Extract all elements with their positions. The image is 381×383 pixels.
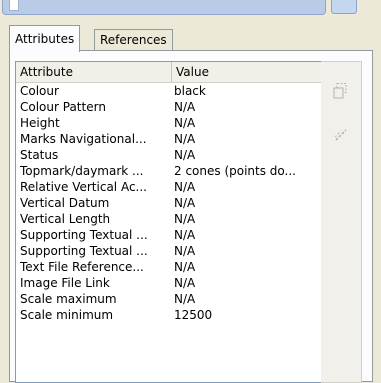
attribute-name: Vertical Length	[20, 212, 111, 226]
column-header-attribute[interactable]: Attribute	[16, 62, 172, 82]
table-row[interactable]: Image File Link N/A	[16, 275, 322, 291]
table-row[interactable]: Scale minimum 12500	[16, 307, 322, 323]
attribute-name: Scale minimum	[20, 308, 114, 322]
column-header-value[interactable]: Value	[172, 62, 322, 82]
table-row[interactable]: Relative Vertical Ac... N/A	[16, 179, 322, 195]
edit-button[interactable]	[328, 122, 354, 148]
attribute-value: N/A	[174, 292, 196, 306]
side-toolbar	[321, 61, 362, 383]
attribute-value: N/A	[174, 100, 196, 114]
attribute-value: black	[174, 84, 206, 98]
attribute-name: Image File Link	[20, 276, 110, 290]
copy-button[interactable]	[328, 78, 354, 104]
attribute-value: 12500	[174, 308, 213, 322]
attribute-name: Height	[20, 116, 60, 130]
list-rows: Colour black Colour Pattern N/A Height N/A Mar…	[16, 83, 322, 323]
table-row[interactable]: Colour Pattern N/A	[16, 99, 322, 115]
copy-icon	[333, 83, 347, 99]
attribute-value: 2 cones (points do...	[174, 164, 296, 178]
top-button[interactable]	[331, 0, 357, 14]
attribute-value: N/A	[174, 196, 196, 210]
attribute-name: Vertical Datum	[20, 196, 110, 210]
tab-attributes[interactable]: Attributes	[9, 25, 81, 52]
attribute-value: N/A	[174, 276, 196, 290]
edit-icon	[334, 129, 347, 141]
attribute-name: Colour	[20, 84, 59, 98]
attribute-value: N/A	[174, 132, 196, 146]
table-row[interactable]: Supporting Textual ... N/A	[16, 227, 322, 243]
attribute-value: N/A	[174, 212, 196, 226]
attribute-name: Supporting Textual ...	[20, 244, 148, 258]
table-row[interactable]: Scale maximum N/A	[16, 291, 322, 307]
table-row[interactable]: Topmark/daymark ... 2 cones (points do...	[16, 163, 322, 179]
table-row[interactable]: Status N/A	[16, 147, 322, 163]
attribute-name: Relative Vertical Ac...	[20, 180, 147, 194]
table-row[interactable]: Marks Navigational... N/A	[16, 131, 322, 147]
attribute-value: N/A	[174, 148, 196, 162]
attribute-name: Marks Navigational...	[20, 132, 147, 146]
attribute-name: Scale maximum	[20, 292, 117, 306]
attributes-list[interactable]: Attribute Value Colour black Colour Patter…	[15, 61, 323, 383]
table-row[interactable]: Vertical Length N/A	[16, 211, 322, 227]
top-input-field[interactable]	[2, 0, 326, 15]
tab-references[interactable]: References	[94, 29, 173, 51]
attribute-name: Topmark/daymark ...	[20, 164, 144, 178]
attribute-value: N/A	[174, 180, 196, 194]
top-field-handle	[9, 0, 19, 11]
attribute-value: N/A	[174, 228, 196, 242]
table-row[interactable]: Supporting Textual ... N/A	[16, 243, 322, 259]
attribute-name: Text File Reference...	[20, 260, 144, 274]
attribute-name: Supporting Textual ...	[20, 228, 148, 242]
table-row[interactable]: Height N/A	[16, 115, 322, 131]
attribute-name: Status	[20, 148, 59, 162]
attribute-name: Colour Pattern	[20, 100, 106, 114]
attribute-value: N/A	[174, 244, 196, 258]
attribute-value: N/A	[174, 116, 196, 130]
table-row[interactable]: Text File Reference... N/A	[16, 259, 322, 275]
attribute-value: N/A	[174, 260, 196, 274]
list-header: Attribute Value	[16, 62, 322, 83]
table-row[interactable]: Colour black	[16, 83, 322, 99]
table-row[interactable]: Vertical Datum N/A	[16, 195, 322, 211]
